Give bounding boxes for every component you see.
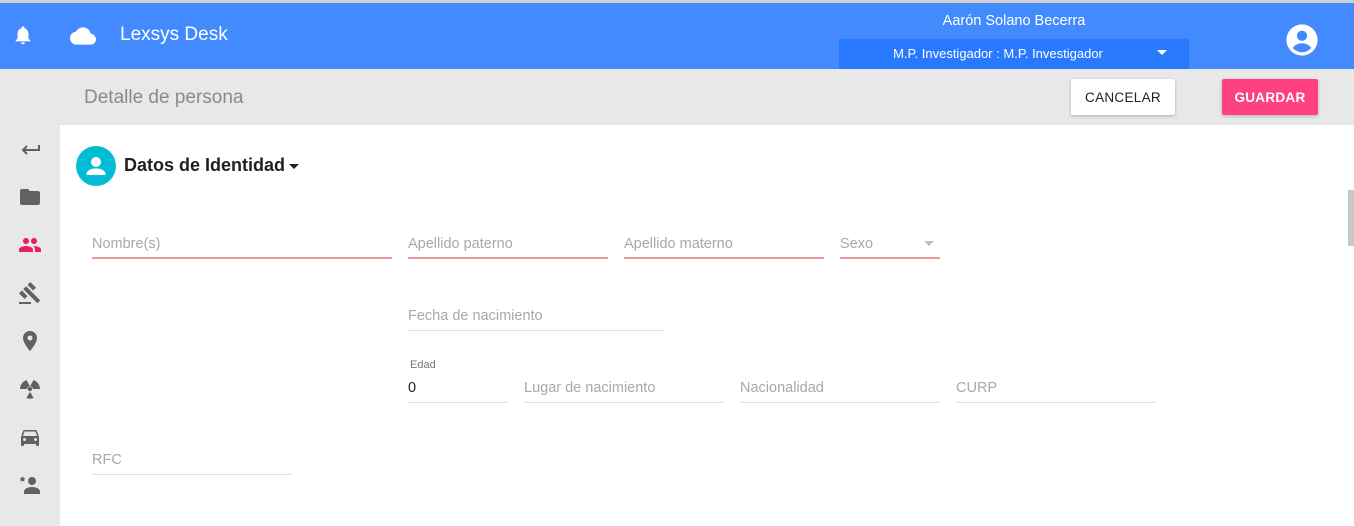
- lugar-nacimiento-field[interactable]: Lugar de nacimiento: [524, 375, 724, 403]
- caret-down-icon[interactable]: [288, 163, 300, 171]
- hazard-icon[interactable]: [18, 377, 42, 401]
- role-select[interactable]: M.P. Investigador : M.P. Investigador: [839, 39, 1189, 69]
- account-circle-icon[interactable]: [1285, 23, 1319, 57]
- car-icon[interactable]: [18, 425, 42, 449]
- apellido-materno-field[interactable]: Apellido materno: [624, 231, 824, 259]
- nacionalidad-placeholder: Nacionalidad: [740, 380, 824, 396]
- dropdown-arrow-icon: [924, 241, 934, 246]
- person-avatar-icon: [76, 146, 116, 186]
- edad-label: Edad: [410, 359, 436, 371]
- page-toolbar: Detalle de persona CANCELAR GUARDAR: [0, 69, 1354, 125]
- lugar-nacimiento-placeholder: Lugar de nacimiento: [524, 380, 656, 396]
- person-star-icon[interactable]: [18, 473, 42, 497]
- page-title: Detalle de persona: [84, 87, 244, 108]
- rfc-placeholder: RFC: [92, 452, 122, 468]
- cloud-icon: [70, 27, 96, 45]
- curp-placeholder: CURP: [956, 380, 998, 396]
- user-name: Aarón Solano Becerra: [942, 13, 1086, 29]
- nacionalidad-field[interactable]: Nacionalidad: [740, 375, 940, 403]
- curp-field[interactable]: CURP: [956, 375, 1156, 403]
- edad-field[interactable]: 0: [408, 375, 508, 403]
- nombre-placeholder: Nombre(s): [92, 236, 161, 252]
- section-title[interactable]: Datos de Identidad: [124, 155, 285, 176]
- save-button[interactable]: GUARDAR: [1222, 79, 1318, 115]
- apellido-materno-placeholder: Apellido materno: [624, 236, 733, 252]
- folder-icon[interactable]: [18, 185, 42, 209]
- bell-icon[interactable]: [12, 24, 34, 46]
- apellido-paterno-placeholder: Apellido paterno: [408, 236, 513, 252]
- back-arrow-icon[interactable]: [18, 138, 42, 162]
- people-icon[interactable]: [18, 233, 42, 257]
- top-app-bar: Lexsys Desk Aarón Solano Becerra M.P. In…: [0, 0, 1354, 69]
- apellido-paterno-field[interactable]: Apellido paterno: [408, 231, 608, 259]
- location-pin-icon[interactable]: [18, 329, 42, 353]
- side-navigation: [0, 125, 60, 526]
- rfc-field[interactable]: RFC: [92, 447, 292, 475]
- app-title: Lexsys Desk: [120, 24, 228, 45]
- edad-value: 0: [408, 380, 417, 396]
- gavel-icon[interactable]: [18, 281, 42, 305]
- scrollbar-thumb[interactable]: [1348, 190, 1354, 246]
- fecha-nacimiento-placeholder: Fecha de nacimiento: [408, 308, 543, 324]
- nombre-field[interactable]: Nombre(s): [92, 231, 392, 259]
- caret-down-icon: [1157, 50, 1167, 55]
- fecha-nacimiento-field[interactable]: Fecha de nacimiento: [408, 303, 664, 331]
- sexo-placeholder: Sexo: [840, 236, 874, 252]
- sexo-select[interactable]: Sexo: [840, 231, 940, 259]
- cancel-button[interactable]: CANCELAR: [1071, 79, 1175, 115]
- role-select-value: M.P. Investigador : M.P. Investigador: [893, 46, 1103, 61]
